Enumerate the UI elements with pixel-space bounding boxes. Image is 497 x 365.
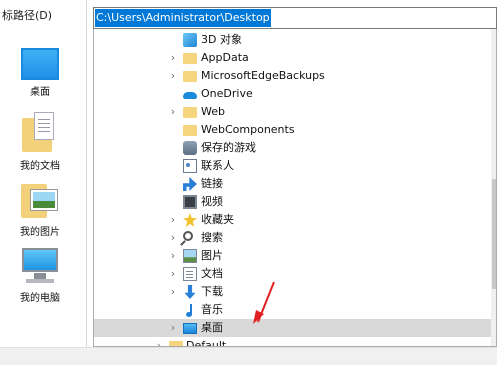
path-label: 标路径(D) <box>2 9 53 22</box>
3d-objects-icon <box>183 33 197 47</box>
pictures-icon <box>0 180 80 220</box>
tree-item-label: Web <box>201 105 225 118</box>
tree-item-favorites[interactable]: › 收藏夹 <box>94 211 492 229</box>
tree-item-video[interactable]: 视频 <box>94 193 492 211</box>
tree-item-label: 收藏夹 <box>201 213 234 226</box>
contacts-icon <box>183 159 197 173</box>
shortcut-pictures[interactable]: 我的图片 <box>0 180 80 238</box>
folder-icon <box>183 125 197 136</box>
onedrive-icon <box>183 87 197 101</box>
desktop-icon <box>0 48 80 80</box>
shortcut-computer[interactable]: 我的电脑 <box>0 246 80 304</box>
tree-item-label: 下载 <box>201 285 223 298</box>
tree-item-downloads[interactable]: › 下载 <box>94 283 492 301</box>
tree-item-documents[interactable]: › 文档 <box>94 265 492 283</box>
music-icon <box>183 303 197 317</box>
bottom-strip <box>0 347 497 365</box>
chevron-right-icon[interactable]: › <box>168 231 178 245</box>
shortcut-documents[interactable]: 我的文档 <box>0 112 80 172</box>
tree-item-onedrive[interactable]: OneDrive <box>94 85 492 103</box>
shortcut-label: 桌面 <box>30 87 50 98</box>
tree-item-links[interactable]: 链接 <box>94 175 492 193</box>
chevron-right-icon[interactable]: › <box>168 105 178 119</box>
tree-item-web[interactable]: › Web <box>94 103 492 121</box>
annotation-arrow-icon <box>253 281 275 324</box>
tree-item-microsoftedgebackups[interactable]: › MicrosoftEdgeBackups <box>94 67 492 85</box>
search-icon <box>183 231 193 241</box>
shortcut-desktop[interactable]: 桌面 <box>0 48 80 98</box>
tree-item-label: OneDrive <box>201 87 253 100</box>
chevron-right-icon[interactable]: › <box>168 285 178 299</box>
tree-item-pictures[interactable]: › 图片 <box>94 247 492 265</box>
chevron-right-icon[interactable]: › <box>154 339 164 346</box>
tree-item-label: 链接 <box>201 177 223 190</box>
documents-icon <box>0 112 80 154</box>
shortcut-label: 我的电脑 <box>20 293 60 304</box>
chevron-right-icon[interactable]: › <box>168 69 178 83</box>
tree-item-label: 视频 <box>201 195 223 208</box>
tree-item-desktop[interactable]: › 桌面 <box>94 319 492 337</box>
favorites-icon <box>183 213 197 227</box>
tree-item-label: WebComponents <box>201 123 295 136</box>
video-icon <box>183 195 197 209</box>
chevron-right-icon[interactable]: › <box>168 51 178 65</box>
tree-item-label: 联系人 <box>201 159 234 172</box>
saved-games-icon <box>183 141 197 155</box>
tree-item-webcomponents[interactable]: WebComponents <box>94 121 492 139</box>
tree-item-label: 音乐 <box>201 303 223 316</box>
documents-icon <box>183 267 197 281</box>
tree-item-3d-objects[interactable]: 3D 对象 <box>94 31 492 49</box>
tree-item-label: AppData <box>201 51 249 64</box>
pictures-icon <box>183 249 197 263</box>
tree-item-saved-games[interactable]: 保存的游戏 <box>94 139 492 157</box>
tree-item-contacts[interactable]: 联系人 <box>94 157 492 175</box>
shortcut-label: 我的图片 <box>20 227 60 238</box>
tree-item-label: 文档 <box>201 267 223 280</box>
tree-item-appdata[interactable]: › AppData <box>94 49 492 67</box>
panel-divider <box>86 0 87 350</box>
folder-icon <box>183 107 197 118</box>
vertical-scrollbar[interactable] <box>491 29 496 346</box>
address-input[interactable]: C:\Users\Administrator\Desktop <box>93 7 497 29</box>
links-icon <box>183 177 197 191</box>
tree-item-label: 搜索 <box>201 231 223 244</box>
shortcut-label: 我的文档 <box>20 161 60 172</box>
tree-item-music[interactable]: 音乐 <box>94 301 492 319</box>
tree-item-label: MicrosoftEdgeBackups <box>201 69 325 82</box>
address-text-selected: C:\Users\Administrator\Desktop <box>95 9 271 27</box>
tree-item-label: 保存的游戏 <box>201 141 256 154</box>
chevron-right-icon[interactable]: › <box>168 213 178 227</box>
folder-icon <box>183 71 197 82</box>
scrollbar-thumb[interactable] <box>492 179 496 289</box>
tree-item-default[interactable]: › Default <box>94 337 492 347</box>
chevron-right-icon[interactable]: › <box>168 321 178 335</box>
folder-icon <box>183 53 197 64</box>
downloads-icon <box>184 285 196 299</box>
tree-item-label: Default <box>186 339 227 347</box>
desktop-icon <box>183 323 197 334</box>
tree-item-searches[interactable]: › 搜索 <box>94 229 492 247</box>
tree-item-label: 3D 对象 <box>201 33 242 46</box>
tree-item-label: 图片 <box>201 249 223 262</box>
computer-icon <box>0 246 80 286</box>
chevron-right-icon[interactable]: › <box>168 267 178 281</box>
chevron-right-icon[interactable]: › <box>168 249 178 263</box>
tree-item-label: 桌面 <box>201 321 223 334</box>
folder-tree[interactable]: 3D 对象 › AppData › MicrosoftEdgeBackups O… <box>93 29 497 347</box>
